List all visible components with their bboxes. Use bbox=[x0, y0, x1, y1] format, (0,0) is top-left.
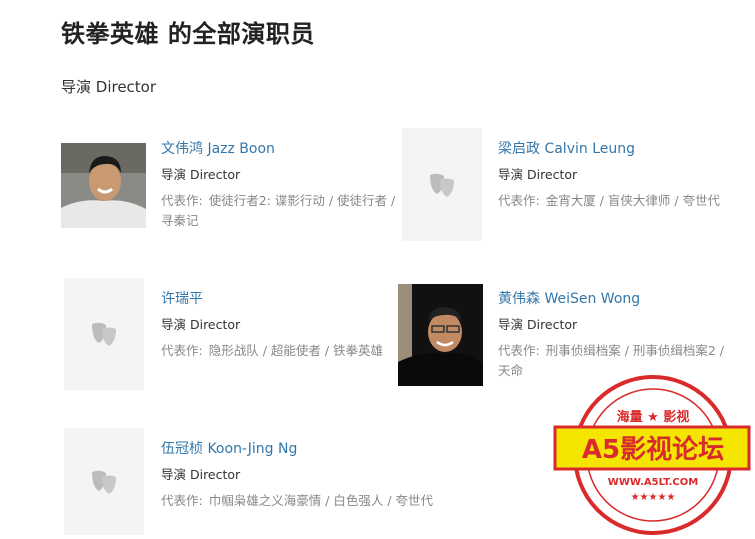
theater-mask-icon bbox=[430, 173, 454, 197]
person-role: 导演 Director bbox=[161, 167, 241, 182]
avatar[interactable] bbox=[64, 428, 144, 535]
person-role: 导演 Director bbox=[161, 467, 241, 482]
page-title: 铁拳英雄 的全部演职员 bbox=[61, 20, 315, 48]
works-label: 代表作: bbox=[498, 193, 540, 208]
works-list[interactable]: 金宵大厦 / 盲侠大律师 / 夸世代 bbox=[546, 193, 720, 208]
watermark-stamp: 海量 ★ 影视 A5影视论坛 WWW.A5LT.COM ★★★★★ bbox=[553, 375, 753, 535]
stamp-top-text: 海量 ★ 影视 bbox=[617, 409, 690, 425]
stamp-stars: ★★★★★ bbox=[631, 492, 676, 503]
stamp-main-text: A5影视论坛 bbox=[582, 435, 724, 465]
works-label: 代表作: bbox=[498, 343, 540, 358]
representative-works: 代表作: 金宵大厦 / 盲侠大律师 / 夸世代 bbox=[498, 191, 738, 211]
works-list[interactable]: 巾帼枭雄之义海豪情 / 白色强人 / 夸世代 bbox=[209, 493, 433, 508]
representative-works: 代表作: 隐形战队 / 超能使者 / 铁拳英雄 bbox=[161, 341, 401, 361]
person-role: 导演 Director bbox=[498, 317, 578, 332]
person-name-link[interactable]: 许瑞平 bbox=[161, 289, 401, 309]
person-name-link[interactable]: 文伟鸿 Jazz Boon bbox=[161, 139, 401, 159]
theater-mask-icon bbox=[92, 322, 116, 346]
works-list[interactable]: 隐形战队 / 超能使者 / 铁拳英雄 bbox=[209, 343, 383, 358]
person-role: 导演 Director bbox=[498, 167, 578, 182]
avatar[interactable] bbox=[61, 143, 146, 228]
stamp-url-text: WWW.A5LT.COM bbox=[608, 477, 698, 488]
avatar[interactable] bbox=[64, 278, 144, 390]
avatar[interactable] bbox=[398, 284, 483, 386]
works-label: 代表作: bbox=[161, 493, 203, 508]
works-label: 代表作: bbox=[161, 343, 203, 358]
section-heading-director: 导演 Director bbox=[61, 78, 157, 96]
person-name-link[interactable]: 梁启政 Calvin Leung bbox=[498, 139, 738, 159]
theater-mask-icon bbox=[92, 470, 116, 494]
person-name-link[interactable]: 黄伟森 WeiSen Wong bbox=[498, 289, 738, 309]
representative-works: 代表作: 使徒行者2: 谍影行动 / 使徒行者 / 寻秦记 bbox=[161, 191, 401, 231]
person-name-link[interactable]: 伍冠桢 Koon-Jing Ng bbox=[161, 439, 401, 459]
works-label: 代表作: bbox=[161, 193, 203, 208]
person-role: 导演 Director bbox=[161, 317, 241, 332]
representative-works: 代表作: 巾帼枭雄之义海豪情 / 白色强人 / 夸世代 bbox=[161, 491, 433, 511]
avatar[interactable] bbox=[402, 128, 482, 241]
